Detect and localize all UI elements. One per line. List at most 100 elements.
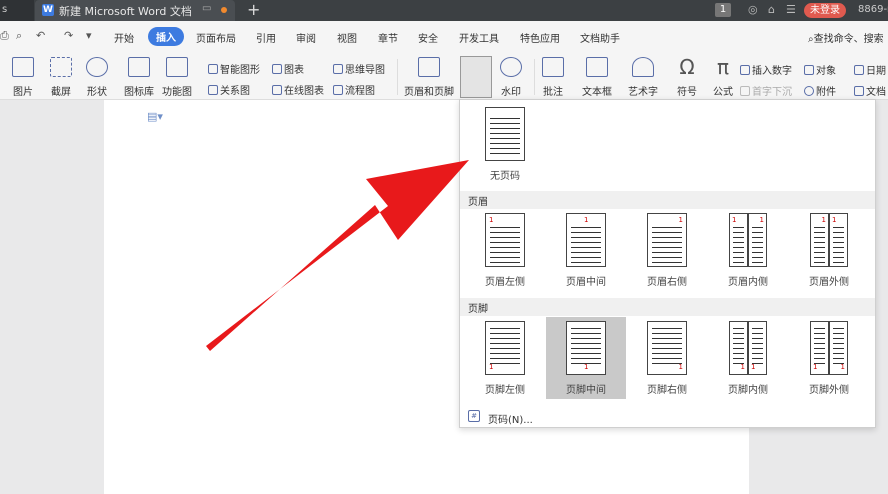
option-footer-left[interactable]: 1 页脚左侧 <box>465 317 545 399</box>
option-caption: 页眉右侧 <box>647 277 687 288</box>
page-thumbnail-icon: 1 <box>810 213 829 267</box>
relation-label: 关系图 <box>220 86 250 97</box>
function-chart-label: 功能图 <box>162 87 192 98</box>
paperclip-icon <box>804 86 814 96</box>
watermark-button[interactable]: 水印 <box>500 57 522 98</box>
option-caption: 页脚左侧 <box>485 385 525 396</box>
ribbon-separator <box>534 59 535 95</box>
page-thumbnail-icon: 1 <box>566 213 606 267</box>
textbox-button[interactable]: 文本框 <box>582 57 612 98</box>
object-button[interactable]: 对象 <box>804 62 836 77</box>
comment-icon <box>542 57 564 77</box>
option-caption: 页眉内侧 <box>728 277 768 288</box>
mindmap-icon <box>333 64 343 74</box>
menu-insert[interactable]: 插入 <box>148 27 184 46</box>
screenshot-button[interactable]: 截屏 <box>50 57 72 98</box>
option-footer-center[interactable]: 1 页脚中间 <box>546 317 626 399</box>
menu-doc-assistant[interactable]: 文档助手 <box>580 30 620 45</box>
account-label[interactable]: 8869-ro <box>858 4 888 15</box>
flowchart-button[interactable]: 流程图 <box>333 82 375 97</box>
redo-icon[interactable]: ↷ <box>64 29 73 42</box>
page-thumbnail-icon: 1 <box>647 321 687 375</box>
formula-button[interactable]: π 公式 <box>712 57 734 98</box>
option-header-center[interactable]: 1 页眉中间 <box>546 209 626 291</box>
page-thumbnail-icon: 1 <box>829 213 848 267</box>
skin-icon[interactable]: ◎ <box>748 3 758 16</box>
option-header-left[interactable]: 1 页眉左侧 <box>465 209 545 291</box>
menu-security[interactable]: 安全 <box>418 30 438 45</box>
window-count-badge[interactable]: 1 <box>715 3 731 17</box>
option-header-inside[interactable]: 1 1 页眉内侧 <box>708 209 788 291</box>
shirt-icon[interactable]: ⌂ <box>768 3 775 16</box>
page-thumbnail-icon: 1 <box>748 213 767 267</box>
page-number-mark: 1 <box>759 216 764 224</box>
insert-number-button[interactable]: 插入数字 <box>740 62 792 77</box>
watermark-icon <box>500 57 522 77</box>
drop-cap-icon <box>740 86 750 96</box>
menu-review[interactable]: 审阅 <box>296 30 316 45</box>
option-footer-outside[interactable]: 1 1 页脚外侧 <box>789 317 869 399</box>
screenshot-label: 截屏 <box>51 87 71 98</box>
option-header-outside[interactable]: 1 1 页眉外侧 <box>789 209 869 291</box>
page-thumbnail-icon: 1 <box>485 321 525 375</box>
page-number-mark: 1 <box>751 363 756 371</box>
object-icon <box>804 65 814 75</box>
list-icon[interactable]: ☰ <box>786 3 796 16</box>
date-button[interactable]: 日期 <box>854 62 886 77</box>
drop-cap-button[interactable]: 首字下沉 <box>740 83 792 98</box>
mindmap-label: 思维导图 <box>345 65 385 76</box>
menu-developer[interactable]: 开发工具 <box>459 30 499 45</box>
preview-icon[interactable]: ⌕ <box>16 29 22 43</box>
document-tab[interactable]: W 新建 Microsoft Word 文档 ▭ <box>35 0 235 21</box>
title-bar: s W 新建 Microsoft Word 文档 ▭ + 1 ◎ ⌂ ☰ 未登录… <box>0 0 888 21</box>
plus-icon[interactable]: + <box>247 0 260 19</box>
page-thumbnail-icon: 1 <box>566 321 606 375</box>
option-footer-inside[interactable]: 1 1 页脚内侧 <box>708 317 788 399</box>
comment-button[interactable]: 批注 <box>542 57 564 98</box>
page-thumbnail-icon <box>485 107 525 161</box>
relation-icon <box>208 85 218 95</box>
option-footer-right[interactable]: 1 页脚右侧 <box>627 317 707 399</box>
option-no-page-number[interactable]: 无页码 <box>465 103 545 185</box>
picture-icon <box>12 57 34 77</box>
option-header-right[interactable]: 1 页眉右侧 <box>627 209 707 291</box>
footer-section-label: 页脚 <box>468 304 488 315</box>
option-caption: 页眉左侧 <box>485 277 525 288</box>
login-button[interactable]: 未登录 <box>804 3 846 18</box>
customize-icon[interactable]: ▾ <box>86 29 92 42</box>
header-footer-button[interactable]: 页眉和页脚 <box>404 57 454 98</box>
icon-library-button[interactable]: 图标库 <box>124 57 154 98</box>
doc-button[interactable]: 文档 <box>854 83 886 98</box>
wordart-button[interactable]: 艺术字 <box>628 57 658 98</box>
relation-button[interactable]: 关系图 <box>208 82 250 97</box>
undo-icon[interactable]: ↶ <box>36 29 45 42</box>
smart-shape-button[interactable]: 智能图形 <box>208 61 260 76</box>
menu-page-layout[interactable]: 页面布局 <box>196 30 236 45</box>
menu-special-apps[interactable]: 特色应用 <box>520 30 560 45</box>
menu-references[interactable]: 引用 <box>256 30 276 45</box>
previous-tab[interactable]: s <box>0 0 34 21</box>
page-number-settings-label: 页码(N)... <box>488 415 533 426</box>
date-label: 日期 <box>866 66 886 77</box>
print-icon[interactable]: ⎙ <box>0 29 9 43</box>
pin-icon[interactable]: ▭ <box>202 3 211 14</box>
chart-button[interactable]: 图表 <box>272 61 304 76</box>
paste-options-icon[interactable]: ▤▾ <box>147 110 163 123</box>
header-footer-label: 页眉和页脚 <box>404 87 454 98</box>
attachment-button[interactable]: 附件 <box>804 83 836 98</box>
symbol-button[interactable]: Ω 符号 <box>676 57 698 98</box>
mindmap-button[interactable]: 思维导图 <box>333 61 385 76</box>
search-command[interactable]: ⌕查找命令、搜索 <box>808 30 884 45</box>
picture-button[interactable]: 图片 <box>12 57 34 98</box>
function-chart-button[interactable]: 功能图 <box>162 57 192 98</box>
online-chart-button[interactable]: 在线图表 <box>272 82 324 97</box>
page-number-settings-item[interactable]: # 页码(N)... <box>460 406 875 428</box>
menu-view[interactable]: 视图 <box>337 30 357 45</box>
shape-button[interactable]: 形状 <box>86 57 108 98</box>
ribbon-separator <box>397 59 398 95</box>
page-number-mark: 1 <box>821 216 826 224</box>
unsaved-dot-icon[interactable] <box>221 7 227 13</box>
option-caption: 页眉外侧 <box>809 277 849 288</box>
menu-start[interactable]: 开始 <box>114 30 134 45</box>
menu-section[interactable]: 章节 <box>378 30 398 45</box>
